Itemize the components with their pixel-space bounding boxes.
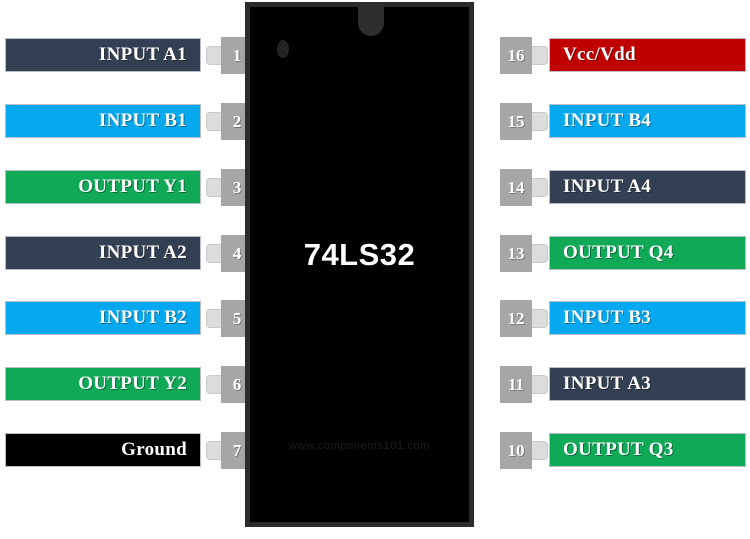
pin-label[interactable]: INPUT B2 (5, 301, 201, 335)
pin-row: INPUT B2 5 (0, 295, 255, 341)
pin-row: INPUT B3 12 (465, 295, 750, 341)
pin-label[interactable]: INPUT B1 (5, 104, 201, 138)
pinout-diagram: 74LS32 www.components101.com INPUT A1 1 IN… (0, 0, 750, 539)
chip-part-number: 74LS32 (303, 237, 416, 272)
pin-row: INPUT B1 2 (0, 98, 255, 144)
pin-label[interactable]: INPUT A4 (549, 170, 746, 204)
pin-label[interactable]: OUTPUT Q4 (549, 236, 746, 270)
pin-one-dot-icon (277, 40, 289, 58)
chip-notch-icon (358, 3, 384, 36)
watermark-text: www.components101.com (289, 440, 430, 452)
pin-label[interactable]: INPUT B3 (549, 301, 746, 335)
pin-number[interactable]: 12 (500, 300, 532, 337)
pin-label[interactable]: OUTPUT Y1 (5, 170, 201, 204)
pin-number[interactable]: 10 (500, 432, 532, 469)
pin-label[interactable]: INPUT A1 (5, 38, 201, 72)
pin-label[interactable]: INPUT B4 (549, 104, 746, 138)
pin-label[interactable]: Vcc/Vdd (549, 38, 746, 72)
pin-lead (531, 375, 548, 394)
pin-row: INPUT B4 15 (465, 98, 750, 144)
pin-label[interactable]: OUTPUT Y2 (5, 367, 201, 401)
pin-lead (531, 309, 548, 328)
pin-number[interactable]: 14 (500, 169, 532, 206)
pin-lead (531, 244, 548, 263)
pin-lead (531, 178, 548, 197)
pin-row: OUTPUT Y1 3 (0, 164, 255, 210)
pin-row: INPUT A4 14 (465, 164, 750, 210)
pin-number[interactable]: 16 (500, 37, 532, 74)
pin-row: OUTPUT Q4 13 (465, 230, 750, 276)
pin-label[interactable]: OUTPUT Q3 (549, 433, 746, 467)
pin-row: INPUT A3 11 (465, 361, 750, 407)
pin-row: INPUT A1 1 (0, 32, 255, 78)
pin-number[interactable]: 13 (500, 235, 532, 272)
pin-lead (531, 441, 548, 460)
pin-row: OUTPUT Y2 6 (0, 361, 255, 407)
pin-row: INPUT A2 4 (0, 230, 255, 276)
pin-lead (531, 46, 548, 65)
pin-lead (531, 112, 548, 131)
pin-label[interactable]: Ground (5, 433, 201, 467)
pin-row: Ground 7 (0, 427, 255, 473)
pin-row: OUTPUT Q3 10 (465, 427, 750, 473)
pin-row: Vcc/Vdd 16 (465, 32, 750, 78)
pin-label[interactable]: INPUT A2 (5, 236, 201, 270)
pin-number[interactable]: 15 (500, 103, 532, 140)
pin-label[interactable]: INPUT A3 (549, 367, 746, 401)
pin-number[interactable]: 11 (500, 366, 532, 403)
